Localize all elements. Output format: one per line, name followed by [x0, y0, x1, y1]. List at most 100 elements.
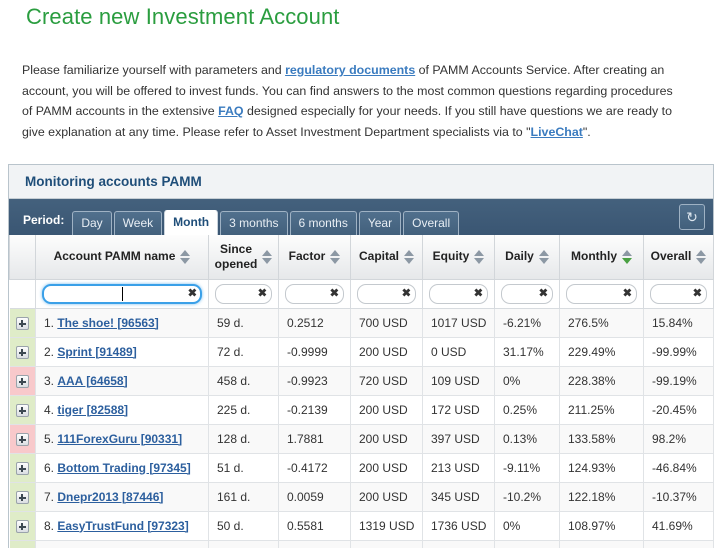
column-header-factor[interactable]: Factor	[278, 235, 351, 280]
plus-expander-icon[interactable]	[15, 432, 29, 446]
account-link[interactable]: AAA [64658]	[57, 374, 127, 388]
column-header-capital[interactable]: Capital	[350, 235, 423, 280]
table-header-row: Account PAMM name Since opened Factor Capit…	[9, 235, 714, 280]
period-tab-day[interactable]: Day	[72, 211, 112, 235]
clear-filter-icon[interactable]: ✖	[402, 288, 411, 299]
cell-overall: 15.84%	[643, 307, 714, 338]
table-body: ✖ ✖ ✖ ✖ ✖ ✖ ✖ ✖ 1. The shoe! [96563] 59 d. 0.2512 7…	[9, 278, 714, 548]
cell-monthly	[559, 539, 644, 548]
cell-monthly: 108.97%	[559, 510, 644, 541]
clear-filter-icon[interactable]: ✖	[474, 288, 483, 299]
cell-overall: 98.2%	[643, 423, 714, 454]
cell-equity: 172 USD	[422, 394, 495, 425]
cell-factor: -0.9999	[278, 336, 351, 367]
clear-filter-icon[interactable]: ✖	[623, 288, 632, 299]
table-row[interactable]: 1. The shoe! [96563] 59 d. 0.2512 700 USD 10…	[9, 307, 714, 338]
column-header-since[interactable]: Since opened	[208, 235, 279, 280]
row-rank: 4.	[44, 402, 58, 417]
plus-expander-icon[interactable]	[15, 490, 29, 504]
plus-expander-icon[interactable]	[15, 345, 29, 359]
account-link[interactable]: The shoe! [96563]	[57, 316, 158, 330]
table-row[interactable]: 7. Dnepr2013 [87446] 161 d. 0.0059 200 USD 3…	[9, 481, 714, 512]
period-tab-overall[interactable]: Overall	[403, 211, 460, 235]
clear-filter-icon[interactable]: ✖	[258, 288, 267, 299]
sort-arrows-icon[interactable]	[180, 249, 191, 264]
cell-since: 51 d.	[208, 452, 279, 483]
period-tab-6-months[interactable]: 6 months	[289, 211, 357, 235]
cell-since: 161 d.	[208, 481, 279, 512]
column-header-daily[interactable]: Daily	[494, 235, 560, 280]
filter-cell-monthly: ✖	[559, 278, 644, 309]
row-expand-cell[interactable]	[9, 452, 36, 483]
table-row[interactable]: 3. AAA [64658] 458 d. -0.9923 720 USD 109 US…	[9, 365, 714, 396]
account-link[interactable]: 111ForexGuru [90331]	[57, 432, 182, 446]
period-tab-month[interactable]: Month	[164, 210, 219, 235]
refresh-icon[interactable]: ↻	[679, 204, 705, 230]
cell-name: 5. 111ForexGuru [90331]	[35, 423, 209, 454]
sort-arrows-icon[interactable]	[262, 249, 273, 264]
row-expand-cell[interactable]	[9, 365, 36, 396]
row-expand-cell[interactable]	[9, 510, 36, 541]
column-header-monthly[interactable]: Monthly	[559, 235, 644, 280]
column-header-name[interactable]: Account PAMM name	[35, 235, 209, 280]
table-row[interactable]: 6. Bottom Trading [97345] 51 d. -0.4172 200…	[9, 452, 714, 483]
cell-overall	[643, 539, 714, 548]
sort-arrows-icon[interactable]	[330, 249, 341, 264]
period-tab-week[interactable]: Week	[113, 211, 163, 235]
sort-arrows-icon[interactable]	[474, 249, 485, 264]
cell-equity: 1736 USD	[422, 510, 495, 541]
column-header-overall[interactable]: Overall	[643, 235, 714, 280]
account-link[interactable]: Dnepr2013 [87446]	[57, 490, 163, 504]
table-row[interactable]	[9, 539, 714, 548]
row-expand-cell[interactable]	[9, 307, 36, 338]
cell-since: 128 d.	[208, 423, 279, 454]
filter-row: ✖ ✖ ✖ ✖ ✖ ✖ ✖ ✖	[9, 278, 714, 309]
row-expand-cell[interactable]	[9, 336, 36, 367]
row-expand-cell[interactable]	[9, 481, 36, 512]
clear-filter-icon[interactable]: ✖	[188, 288, 197, 299]
faq-link[interactable]: FAQ	[218, 104, 243, 118]
period-tab-year[interactable]: Year	[358, 211, 402, 235]
cell-overall: -46.84%	[643, 452, 714, 483]
regulatory-documents-link[interactable]: regulatory documents	[285, 63, 415, 77]
cell-equity: 109 USD	[422, 365, 495, 396]
cell-factor	[278, 539, 351, 548]
clear-filter-icon[interactable]: ✖	[330, 288, 339, 299]
plus-expander-icon[interactable]	[15, 403, 29, 417]
account-link[interactable]: EasyTrustFund [97323]	[57, 519, 188, 533]
sort-arrows-icon[interactable]	[404, 249, 414, 264]
account-link[interactable]: Bottom Trading [97345]	[57, 461, 190, 475]
period-tab-3-months[interactable]: 3 months	[220, 211, 288, 235]
row-expand-cell[interactable]	[9, 394, 36, 425]
text-caret	[122, 286, 123, 301]
pamm-accounts-table: Account PAMM name Since opened Factor Capit…	[9, 235, 714, 548]
page-title: Create new Investment Account	[26, 4, 340, 29]
plus-expander-icon[interactable]	[15, 316, 29, 330]
cell-equity: 213 USD	[422, 452, 495, 483]
row-expand-cell[interactable]	[9, 423, 36, 454]
plus-expander-icon[interactable]	[15, 519, 29, 533]
cell-capital: 1319 USD	[350, 510, 423, 541]
column-header-equity[interactable]: Equity	[422, 235, 495, 280]
cell-factor: 0.2512	[278, 307, 351, 338]
plus-expander-icon[interactable]	[15, 461, 29, 475]
cell-equity: 1017 USD	[422, 307, 495, 338]
plus-expander-icon[interactable]	[15, 374, 29, 388]
sort-arrows-icon[interactable]	[622, 249, 632, 264]
row-expand-cell[interactable]	[9, 539, 36, 548]
row-rank: 7.	[44, 489, 58, 504]
clear-filter-icon[interactable]: ✖	[539, 288, 548, 299]
clear-filter-icon[interactable]: ✖	[693, 288, 702, 299]
cell-equity: 345 USD	[422, 481, 495, 512]
table-row[interactable]: 2. Sprint [91489] 72 d. -0.9999 200 USD 0 US…	[9, 336, 714, 367]
cell-daily: 31.17%	[494, 336, 560, 367]
table-row[interactable]: 5. 111ForexGuru [90331] 128 d. 1.7881 200 U…	[9, 423, 714, 454]
account-link[interactable]: tiger [82588]	[57, 403, 128, 417]
sort-arrows-icon[interactable]	[538, 249, 549, 264]
table-row[interactable]: 4. tiger [82588] 225 d. -0.2139 200 USD 172 …	[9, 394, 714, 425]
sort-arrows-icon[interactable]	[696, 249, 707, 264]
row-rank: 2.	[44, 344, 58, 359]
table-row[interactable]: 8. EasyTrustFund [97323] 50 d. 0.5581 1319 …	[9, 510, 714, 541]
account-link[interactable]: Sprint [91489]	[57, 345, 136, 359]
livechat-link[interactable]: LiveChat	[531, 125, 583, 139]
